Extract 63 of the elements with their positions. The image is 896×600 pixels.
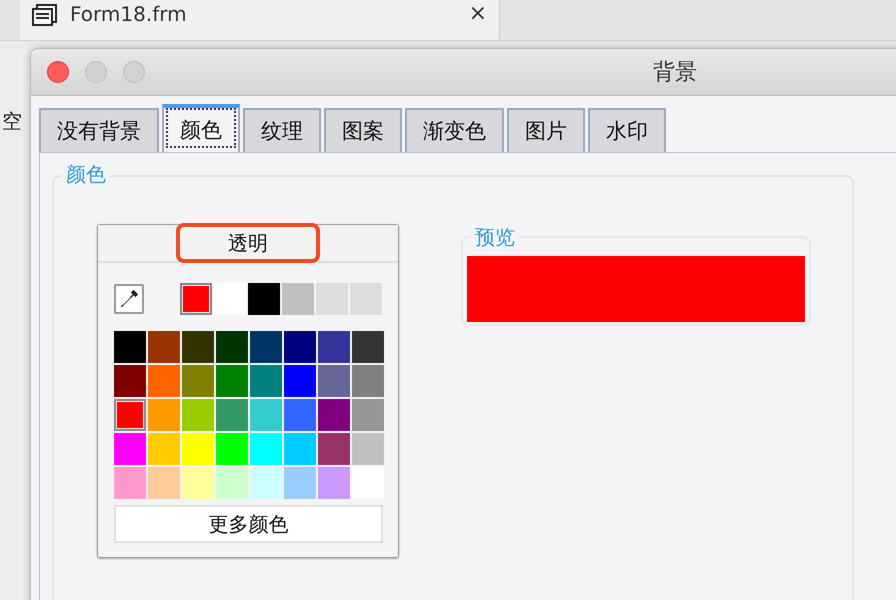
color-swatch[interactable] [352, 365, 384, 397]
color-swatch[interactable] [318, 433, 350, 465]
color-swatch[interactable] [216, 399, 248, 431]
color-swatch[interactable] [216, 467, 248, 499]
color-swatch[interactable] [182, 365, 214, 397]
color-swatch[interactable] [182, 331, 214, 363]
color-swatch[interactable] [148, 331, 180, 363]
document-icon [32, 4, 58, 26]
color-swatch[interactable] [282, 283, 314, 315]
color-swatch[interactable] [352, 399, 384, 431]
transparent-button[interactable]: 透明 [176, 223, 320, 263]
color-swatch[interactable] [250, 365, 282, 397]
color-swatch[interactable] [182, 399, 214, 431]
color-swatch[interactable] [114, 365, 146, 397]
more-colors-button[interactable]: 更多颜色 [114, 505, 383, 543]
zoom-button[interactable] [123, 61, 145, 83]
tab[interactable]: 图案 [324, 108, 402, 152]
color-swatch[interactable] [316, 283, 348, 315]
window-title: 背景 [653, 59, 697, 87]
color-swatch[interactable] [114, 467, 146, 499]
color-swatch[interactable] [250, 331, 282, 363]
color-swatch[interactable] [148, 467, 180, 499]
color-swatch[interactable] [318, 331, 350, 363]
color-swatch[interactable] [114, 331, 146, 363]
color-swatch[interactable] [284, 399, 316, 431]
color-swatch[interactable] [318, 467, 350, 499]
tab[interactable]: 纹理 [243, 108, 321, 152]
tab[interactable]: 图片 [507, 108, 585, 152]
color-swatch[interactable] [352, 433, 384, 465]
file-tab[interactable]: Form18.frm × [20, 0, 500, 40]
close-button[interactable] [47, 61, 69, 83]
tab[interactable]: 水印 [588, 108, 666, 152]
color-swatch[interactable] [182, 467, 214, 499]
tab[interactable]: 没有背景 [39, 108, 159, 152]
color-swatch[interactable] [248, 283, 280, 315]
tab[interactable]: 渐变色 [405, 108, 504, 152]
close-icon[interactable]: × [468, 3, 487, 25]
color-swatch[interactable] [216, 331, 248, 363]
color-swatch[interactable] [350, 283, 382, 315]
color-swatch[interactable] [284, 433, 316, 465]
color-swatch[interactable] [148, 365, 180, 397]
color-swatch[interactable] [284, 467, 316, 499]
color-swatch[interactable] [250, 433, 282, 465]
color-swatch[interactable] [114, 399, 146, 431]
color-swatch[interactable] [284, 365, 316, 397]
color-swatch[interactable] [284, 331, 316, 363]
color-swatch[interactable] [216, 365, 248, 397]
color-swatch[interactable] [114, 433, 146, 465]
color-swatch[interactable] [180, 283, 212, 315]
color-swatch[interactable] [148, 399, 180, 431]
tab[interactable]: 颜色 [162, 104, 240, 152]
color-swatch[interactable] [250, 399, 282, 431]
color-swatch[interactable] [148, 433, 180, 465]
eyedropper-icon[interactable] [114, 284, 144, 314]
minimize-button[interactable] [85, 61, 107, 83]
color-swatch[interactable] [318, 399, 350, 431]
color-swatch[interactable] [250, 467, 282, 499]
color-swatch[interactable] [216, 433, 248, 465]
tab-title: Form18.frm [70, 2, 188, 26]
color-swatch[interactable] [318, 365, 350, 397]
color-swatch[interactable] [182, 433, 214, 465]
color-swatch[interactable] [352, 331, 384, 363]
side-label: 空 [2, 108, 22, 135]
